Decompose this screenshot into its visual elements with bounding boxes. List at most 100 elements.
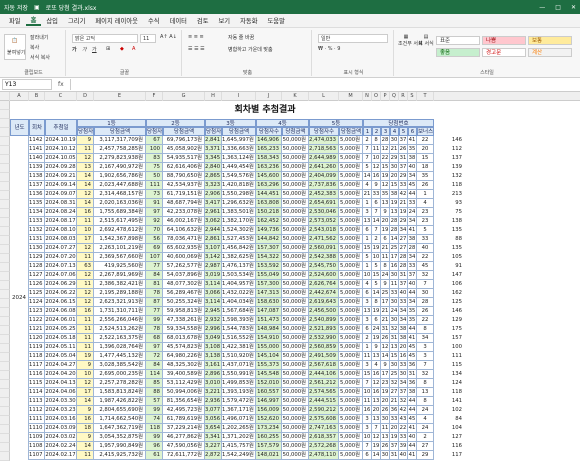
win-number-cell[interactable]: 25 — [390, 370, 399, 379]
winners-3-cell[interactable]: 3,221 — [205, 388, 222, 397]
maximize-button[interactable]: □ — [555, 4, 561, 11]
winners-5-cell[interactable]: 2,575,608 — [309, 415, 339, 424]
merge-center-button[interactable]: 병합하고 가운데 맞춤 — [228, 46, 273, 53]
amount-2-cell[interactable]: 54,037,896원 — [163, 271, 205, 280]
round-cell[interactable]: 1125 — [29, 289, 45, 298]
winners-2-cell[interactable]: 118 — [146, 424, 163, 433]
date-cell[interactable]: 2024.09.21 — [45, 172, 77, 181]
win-number-cell[interactable]: 35 — [408, 145, 417, 154]
round-cell[interactable]: 1130 — [29, 244, 45, 253]
winners-3-cell[interactable]: 2,944 — [205, 226, 222, 235]
win-number-cell[interactable]: 30 — [381, 451, 390, 460]
menu-item-9[interactable]: 자동화 — [235, 16, 262, 25]
bonus-number-cell[interactable]: 8 — [417, 325, 434, 334]
fill-color-icon[interactable]: ◆ — [120, 46, 124, 52]
amount-4-cell[interactable]: 50,000원 — [282, 163, 309, 172]
row-header-6[interactable] — [0, 146, 10, 155]
row-header-39[interactable] — [0, 443, 10, 452]
win-number-cell[interactable]: 17 — [381, 370, 390, 379]
round-cell[interactable]: 1118 — [29, 352, 45, 361]
winners-5-cell[interactable]: 2,654,691 — [309, 199, 339, 208]
align-left-icon[interactable]: ☰ ☰ ☰ — [188, 46, 205, 52]
win-number-cell[interactable]: 38 — [408, 388, 417, 397]
bonus-number-cell[interactable]: 28 — [417, 298, 434, 307]
row-header-10[interactable] — [0, 182, 10, 191]
winners-5-cell[interactable]: 2,521,893 — [309, 325, 339, 334]
winners-5-cell[interactable]: 2,540,899 — [309, 316, 339, 325]
amount-2-cell[interactable]: 59,334,558원 — [163, 325, 205, 334]
amount-2-cell[interactable]: 78,036,471원 — [163, 235, 205, 244]
sum-cell[interactable]: 75 — [440, 208, 462, 217]
amount-1-cell[interactable]: 2,279,823,938원 — [94, 154, 146, 163]
win-number-cell[interactable]: 2 — [363, 136, 372, 145]
amount-3-cell[interactable]: 1,499,853원 — [222, 379, 256, 388]
winners-1-cell[interactable]: 10 — [77, 370, 94, 379]
date-cell[interactable]: 2024.05.11 — [45, 343, 77, 352]
amount-2-cell[interactable]: 48,687,794원 — [163, 199, 205, 208]
amount-1-cell[interactable]: 1,583,813,824원 — [94, 388, 146, 397]
winners-5-cell[interactable]: 2,567,618 — [309, 361, 339, 370]
round-cell[interactable]: 1140 — [29, 154, 45, 163]
sum-cell[interactable]: 118 — [440, 181, 462, 190]
win-number-cell[interactable]: 13 — [372, 415, 381, 424]
winners-4-cell[interactable]: 157,579 — [256, 442, 282, 451]
menu-item-2[interactable]: 삽입 — [41, 16, 63, 25]
winners-5-cell[interactable]: 2,618,357 — [309, 433, 339, 442]
amount-2-cell[interactable]: 50,994,006원 — [163, 388, 205, 397]
winners-2-cell[interactable]: 97 — [146, 208, 163, 217]
row-header-2[interactable] — [0, 110, 10, 119]
amount-5-cell[interactable]: 5,000원 — [339, 163, 363, 172]
row-header-9[interactable] — [0, 173, 10, 182]
bonus-number-cell[interactable]: 27 — [417, 442, 434, 451]
date-cell[interactable]: 2024.08.17 — [45, 217, 77, 226]
winners-5-cell[interactable]: 2,478,110 — [309, 451, 339, 460]
winners-4-cell[interactable]: 154,910 — [256, 334, 282, 343]
round-cell[interactable]: 1107 — [29, 451, 45, 460]
win-number-cell[interactable]: 43 — [399, 415, 408, 424]
win-number-cell[interactable]: 38 — [390, 190, 399, 199]
amount-1-cell[interactable]: 3,054,352,875원 — [94, 433, 146, 442]
win-number-cell[interactable]: 34 — [408, 172, 417, 181]
amount-3-cell[interactable]: 1,202,265원 — [222, 424, 256, 433]
win-number-cell[interactable]: 30 — [390, 316, 399, 325]
sum-cell[interactable]: 127 — [440, 433, 462, 442]
bonus-number-cell[interactable]: 30 — [417, 289, 434, 298]
win-number-cell[interactable]: 20 — [372, 406, 381, 415]
win-number-cell[interactable]: 1 — [363, 343, 372, 352]
win-number-cell[interactable]: 32 — [390, 379, 399, 388]
amount-1-cell[interactable]: 1,477,445,132원 — [94, 352, 146, 361]
win-number-cell[interactable]: 31 — [390, 451, 399, 460]
date-cell[interactable]: 2024.05.04 — [45, 352, 77, 361]
row-header-7[interactable] — [0, 155, 10, 164]
winners-4-cell[interactable]: 148,021 — [256, 451, 282, 460]
style-neutral[interactable]: 보통 — [528, 36, 572, 45]
amount-4-cell[interactable]: 50,000원 — [282, 433, 309, 442]
win-number-cell[interactable]: 41 — [408, 451, 417, 460]
row-header-14[interactable] — [0, 218, 10, 227]
win-number-cell[interactable]: 5 — [372, 280, 381, 289]
bonus-number-cell[interactable]: 29 — [417, 451, 434, 460]
bonus-number-cell[interactable]: 1 — [417, 190, 434, 199]
winners-4-cell[interactable]: 151,473 — [256, 316, 282, 325]
win-number-cell[interactable]: 26 — [381, 442, 390, 451]
winners-3-cell[interactable]: 3,077 — [205, 406, 222, 415]
amount-3-cell[interactable]: 1,549,576원 — [222, 172, 256, 181]
amount-3-cell[interactable]: 1,420,818원 — [222, 181, 256, 190]
winners-3-cell[interactable]: 2,872 — [205, 451, 222, 460]
winners-4-cell[interactable]: 163,236 — [256, 163, 282, 172]
amount-5-cell[interactable]: 5,000원 — [339, 136, 363, 145]
menu-item-3[interactable]: 그리기 — [63, 16, 90, 25]
round-cell[interactable]: 1120 — [29, 334, 45, 343]
win-number-cell[interactable]: 5 — [363, 253, 372, 262]
win-number-cell[interactable]: 29 — [399, 172, 408, 181]
win-number-cell[interactable]: 41 — [408, 226, 417, 235]
win-number-cell[interactable]: 23 — [381, 379, 390, 388]
row-header-27[interactable] — [0, 335, 10, 344]
winners-1-cell[interactable]: 12 — [77, 244, 94, 253]
winners-1-cell[interactable]: 14 — [77, 181, 94, 190]
row-header-19[interactable] — [0, 263, 10, 272]
round-cell[interactable]: 1122 — [29, 316, 45, 325]
amount-1-cell[interactable]: 1,731,310,711원 — [94, 307, 146, 316]
win-number-cell[interactable]: 19 — [399, 208, 408, 217]
row-header-37[interactable] — [0, 425, 10, 434]
